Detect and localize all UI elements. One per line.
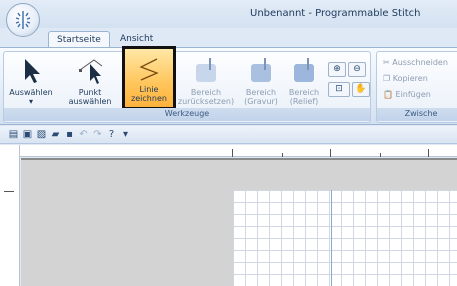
bereich-zurueck-label-1: Bereich [190, 88, 222, 97]
zoom-out-button[interactable]: ⊖ [348, 62, 366, 77]
linie-label-2: zeichnen [131, 94, 167, 103]
pan-button[interactable]: ✋ [352, 82, 370, 97]
punkt-label-1: Punkt [78, 88, 102, 97]
redo-icon[interactable]: ↷ [92, 129, 103, 140]
punkt-auswaehlen-button[interactable]: Punkt auswählen [62, 54, 118, 108]
new-page-icon[interactable]: ▣ [22, 129, 33, 140]
kopieren-label: Kopieren [392, 74, 428, 83]
window-title: Unbenannt - Programmable Stitch [250, 8, 421, 19]
linie-zeichnen-button[interactable]: Linie zeichnen [122, 46, 176, 110]
vertical-ruler [0, 145, 20, 286]
undo-icon[interactable]: ↶ [78, 129, 89, 140]
linie-label-1: Linie [139, 85, 159, 94]
zoom-fit-button[interactable]: ⊡ [328, 82, 350, 97]
bereich-gravur-button[interactable]: Bereich (Gravur) [240, 54, 282, 108]
area-reset-icon [196, 58, 216, 82]
area-engrave-icon [251, 58, 271, 82]
help-icon[interactable]: ? [106, 129, 117, 140]
bereich-relief-label-2: (Relief) [289, 97, 319, 106]
bereich-relief-button[interactable]: Bereich (Relief) [284, 54, 324, 108]
auswaehlen-button[interactable]: Auswählen ▾ [6, 54, 56, 108]
zoom-out-icon: ⊖ [353, 64, 361, 74]
paste-icon: 📋 [383, 90, 393, 99]
quick-access-toolbar: ▤ ▣ ▨ ▰ ▪ ↶ ↷ ? ▾ [0, 126, 457, 144]
zoom-in-button[interactable]: ⊕ [328, 62, 346, 77]
bereich-gravur-label-2: (Gravur) [244, 97, 278, 106]
ruler-tick [282, 153, 283, 157]
horizontal-ruler [20, 145, 457, 157]
punkt-label-2: auswählen [68, 97, 112, 106]
bereich-zuruecksetzen-button[interactable]: Bereich zurücksetzen) [176, 54, 236, 108]
bereich-zurueck-label-2: zurücksetzen) [177, 97, 235, 106]
hand-icon: ✋ [355, 84, 367, 94]
ausschneiden-label: Ausschneiden [392, 58, 448, 67]
copy-icon: ❐ [383, 74, 391, 83]
werkzeuge-group-label: Werkzeuge [4, 108, 370, 121]
dropdown-arrow-icon: ▾ [28, 97, 33, 106]
save-icon[interactable]: ▪ [64, 129, 75, 140]
design-page-grid[interactable] [233, 190, 457, 286]
zoom-in-icon: ⊕ [333, 64, 341, 74]
drawing-workspace[interactable] [21, 158, 457, 286]
kopieren-button[interactable]: ❐ Kopieren [383, 74, 428, 83]
ausschneiden-button[interactable]: ✂ Ausschneiden [383, 58, 448, 67]
zwischenablage-group-label: Zwische [377, 108, 457, 121]
tab-ansicht-label: Ansicht [120, 34, 154, 44]
zoom-fit-icon: ⊡ [335, 84, 343, 94]
draw-line-icon [139, 58, 159, 81]
application-button[interactable] [6, 3, 40, 37]
new-file-icon[interactable]: ▤ [8, 129, 19, 140]
open-folder-icon[interactable]: ▰ [50, 129, 61, 140]
customize-qat-icon[interactable]: ▾ [120, 129, 131, 140]
werkzeuge-group: Auswählen ▾ Punkt auswählen Linie zeichn… [3, 46, 371, 123]
bereich-gravur-label-1: Bereich [245, 88, 277, 97]
image-import-icon[interactable]: ▨ [36, 129, 47, 140]
bereich-relief-label-1: Bereich [288, 88, 320, 97]
einfuegen-label: Einfügen [395, 90, 431, 99]
auswaehlen-label: Auswählen [9, 88, 53, 97]
app-logo-icon [15, 11, 31, 29]
scissors-icon: ✂ [383, 58, 390, 67]
title-bar: Unbenannt - Programmable Stitch [0, 0, 457, 28]
tab-startseite-label: Startseite [57, 35, 101, 45]
ruler-tick [428, 149, 429, 157]
ruler-tick [380, 153, 381, 157]
select-arrow-icon [25, 59, 40, 83]
ruler-tick [330, 149, 331, 157]
einfuegen-button[interactable]: 📋 Einfügen [383, 90, 431, 99]
ruler-tick [4, 191, 14, 192]
point-select-icon [79, 59, 103, 84]
area-relief-icon [294, 58, 314, 82]
ribbon-tabs: Startseite Ansicht [0, 28, 457, 49]
page-center-line [331, 190, 332, 286]
ruler-tick [232, 149, 233, 157]
ribbon: Auswählen ▾ Punkt auswählen Linie zeichn… [0, 46, 457, 125]
zwischenablage-group: ✂ Ausschneiden ❐ Kopieren 📋 Einfügen Zwi… [376, 51, 457, 123]
